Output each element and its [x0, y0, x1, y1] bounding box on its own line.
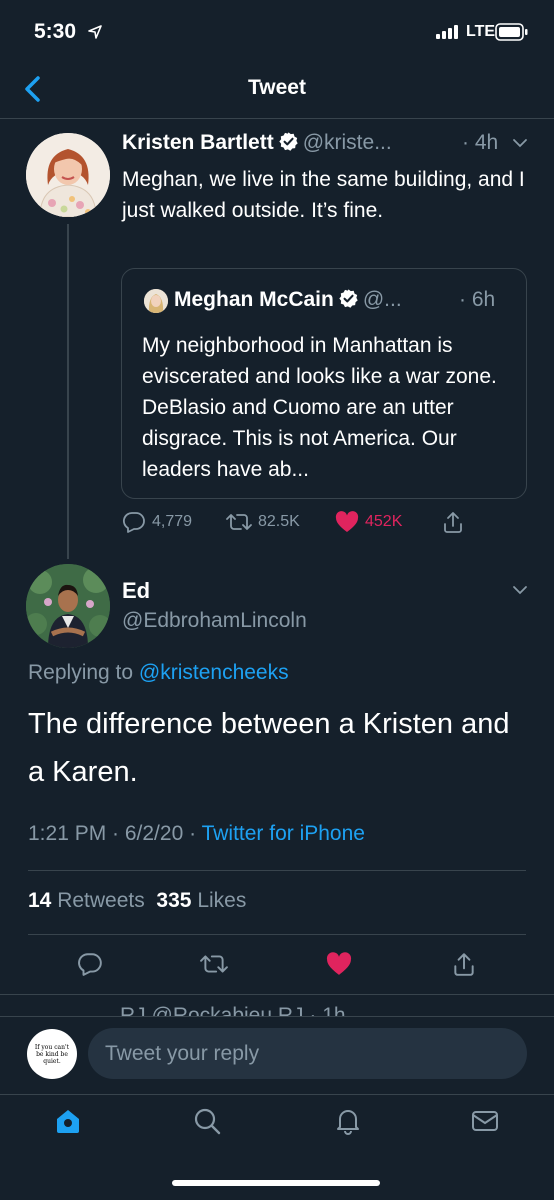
- main-tweet-text: The difference between a Kristen and a K…: [28, 708, 510, 788]
- parent-tweet-text: Meghan, we live in the same building, an…: [122, 168, 525, 222]
- author-handle: @kriste...: [302, 131, 392, 154]
- author-name[interactable]: Ed: [122, 578, 150, 604]
- next-reply-header: RJ @Rockabieu RJ · 1h: [120, 1004, 346, 1016]
- my-avatar[interactable]: If you can't be kind be quiet.: [27, 1029, 77, 1079]
- tab-messages[interactable]: [470, 1107, 500, 1135]
- location-arrow-icon: [88, 25, 102, 39]
- likes-label: Likes: [197, 889, 247, 912]
- quoted-tweet-header: Meghan McCain @...: [174, 288, 402, 312]
- cellular-signal-icon: [436, 25, 460, 39]
- quoted-author-name: Meghan McCain: [174, 288, 334, 311]
- quoted-tweet-age: · 6h: [459, 288, 496, 311]
- battery-icon: [495, 22, 529, 42]
- tweet-source-link[interactable]: Twitter for iPhone: [202, 822, 365, 845]
- quoted-author-handle: @...: [362, 288, 402, 311]
- retweet-button[interactable]: [200, 951, 228, 977]
- share-button[interactable]: [442, 510, 464, 534]
- share-button[interactable]: [452, 951, 476, 977]
- reply-icon: [122, 512, 145, 533]
- author-handle[interactable]: @EdbrohamLincoln: [122, 609, 307, 633]
- meghan-avatar: [144, 289, 168, 313]
- author-name[interactable]: Kristen Bartlett: [122, 131, 274, 154]
- notifications-icon: [337, 1110, 359, 1135]
- kristen-avatar[interactable]: [26, 133, 110, 217]
- divider: [28, 934, 526, 935]
- like-button[interactable]: [326, 951, 352, 977]
- header-divider: [0, 118, 554, 119]
- heart-filled-icon: [326, 952, 352, 975]
- status-time: 5:30: [34, 20, 77, 43]
- like-button[interactable]: 452K: [335, 511, 402, 533]
- home-icon: [57, 1110, 79, 1133]
- share-icon: [444, 512, 462, 533]
- engagement-counts: 14 Retweets 335 Likes: [28, 889, 246, 913]
- tab-search[interactable]: [193, 1107, 221, 1135]
- search-icon: [194, 1108, 221, 1135]
- tweet-age: · 4h: [462, 131, 499, 154]
- divider: [0, 994, 554, 995]
- parent-tweet-header: Kristen Bartlett @kriste...: [122, 131, 392, 155]
- retweets-stat[interactable]: 14 Retweets: [28, 889, 145, 912]
- tweet-timestamp: 1:21 PM · 6/2/20 ·: [28, 822, 197, 845]
- reply-button[interactable]: 4,779: [122, 511, 192, 533]
- likes-number: 335: [156, 889, 192, 912]
- reply-icon: [78, 953, 102, 976]
- quoted-tweet-text: My neighborhood in Manhattan is eviscera…: [142, 334, 497, 481]
- thread-line: [67, 224, 69, 559]
- retweet-button[interactable]: 82.5K: [226, 511, 300, 533]
- page-title: Tweet: [248, 76, 306, 99]
- replying-to-link[interactable]: @kristencheeks: [139, 661, 289, 684]
- network-type: LTE: [466, 23, 496, 40]
- retweet-icon: [226, 514, 252, 530]
- share-icon: [454, 953, 474, 976]
- replying-to: Replying to @kristencheeks: [28, 661, 289, 685]
- reply-input[interactable]: [88, 1028, 527, 1079]
- messages-icon: [472, 1111, 498, 1131]
- reply-count: 4,779: [152, 513, 193, 530]
- like-count: 452K: [365, 513, 403, 530]
- retweet-count: 82.5K: [258, 513, 300, 530]
- chevron-down-icon[interactable]: [512, 138, 528, 148]
- retweet-icon: [200, 955, 228, 973]
- replying-prefix: Replying to: [28, 661, 134, 684]
- tab-home[interactable]: [54, 1107, 82, 1135]
- reply-button[interactable]: [77, 951, 103, 977]
- likes-stat[interactable]: 335 Likes: [156, 889, 246, 912]
- chevron-down-icon[interactable]: [512, 585, 528, 595]
- divider: [28, 870, 526, 871]
- ed-avatar[interactable]: [26, 564, 110, 648]
- home-indicator: [172, 1180, 380, 1186]
- retweets-number: 14: [28, 889, 52, 912]
- tab-notifications[interactable]: [334, 1107, 362, 1135]
- retweets-label: Retweets: [57, 889, 145, 912]
- heart-filled-icon: [335, 511, 359, 532]
- verified-badge-icon: [338, 288, 359, 309]
- tweet-meta: 1:21 PM · 6/2/20 · Twitter for iPhone: [28, 822, 365, 846]
- verified-badge-icon: [278, 131, 299, 152]
